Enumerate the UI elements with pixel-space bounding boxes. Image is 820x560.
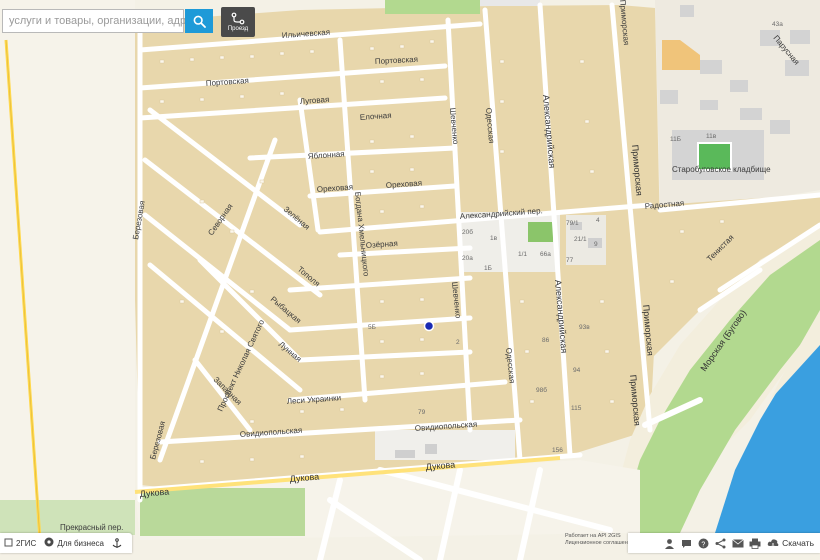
svg-text:94: 94 (573, 367, 581, 374)
search-box[interactable] (2, 9, 185, 33)
svg-text:20а: 20а (462, 255, 473, 262)
cemetery-label: Старобуговское кладбище (672, 165, 771, 174)
twogis-link[interactable]: 2ГИС (0, 538, 40, 549)
svg-text:11Б: 11Б (670, 136, 681, 143)
route-label: Проезд (227, 26, 249, 32)
user-button[interactable] (663, 536, 676, 550)
twogis-logo-icon (4, 538, 13, 549)
business-label: Для бизнеса (57, 538, 104, 548)
street-label: Прекрасный пер. (60, 523, 123, 532)
location-marker[interactable] (423, 320, 435, 332)
twogis-label: 2ГИС (16, 538, 37, 548)
mail-icon (731, 538, 744, 547)
svg-text:4: 4 (596, 217, 600, 224)
route-button[interactable]: Проезд (221, 7, 255, 37)
svg-text:1Б: 1Б (484, 265, 492, 272)
svg-text:5Б: 5Б (368, 324, 376, 331)
search-icon (193, 15, 206, 28)
route-icon (231, 12, 245, 25)
svg-text:11в: 11в (706, 133, 717, 140)
svg-text:2: 2 (456, 339, 460, 346)
svg-text:79: 79 (418, 409, 426, 416)
svg-text:93в: 93в (579, 324, 590, 331)
svg-text:21/1: 21/1 (574, 236, 587, 243)
mail-button[interactable] (731, 536, 744, 550)
print-button[interactable] (748, 536, 761, 550)
search-button[interactable] (185, 9, 213, 33)
search-input[interactable] (3, 10, 185, 32)
license-link[interactable]: Лицензионное соглашение (565, 540, 634, 547)
svg-text:1в: 1в (490, 235, 498, 242)
svg-text:9: 9 (594, 241, 598, 248)
svg-text:?: ? (702, 541, 706, 548)
anchor-button[interactable] (108, 537, 126, 549)
anchor-icon (112, 537, 122, 548)
svg-text:115: 115 (571, 405, 582, 412)
svg-text:86: 86 (542, 337, 550, 344)
svg-text:43а: 43а (772, 21, 783, 28)
share-button[interactable] (714, 536, 727, 550)
bottom-left-bar: 2ГИС Для бизнеса (0, 533, 132, 553)
business-icon (44, 537, 54, 549)
help-button[interactable]: ? (697, 536, 710, 550)
bottom-right-bar: ? Скачать (628, 533, 820, 553)
svg-text:20б: 20б (462, 228, 473, 236)
svg-text:66а: 66а (540, 251, 551, 258)
map-canvas[interactable]: Ильичевская Портовская Портовская Лугова… (0, 0, 820, 560)
copyright: Работает на API 2GIS Лицензионное соглаш… (565, 533, 634, 547)
copyright-api: Работает на API 2GIS (565, 533, 621, 539)
chat-button[interactable] (680, 536, 693, 550)
svg-text:98б: 98б (536, 386, 547, 394)
download-icon (767, 538, 779, 549)
print-icon (749, 538, 761, 549)
chat-icon (682, 539, 692, 548)
help-icon: ? (698, 538, 709, 548)
svg-text:156: 156 (552, 447, 563, 454)
svg-text:79/1: 79/1 (566, 220, 579, 227)
user-icon (665, 538, 675, 549)
business-link[interactable]: Для бизнеса (40, 537, 108, 549)
share-icon (715, 538, 726, 548)
download-button[interactable]: Скачать (763, 538, 820, 549)
svg-text:1/1: 1/1 (518, 251, 527, 258)
svg-text:77: 77 (566, 257, 574, 264)
download-label: Скачать (782, 538, 814, 548)
